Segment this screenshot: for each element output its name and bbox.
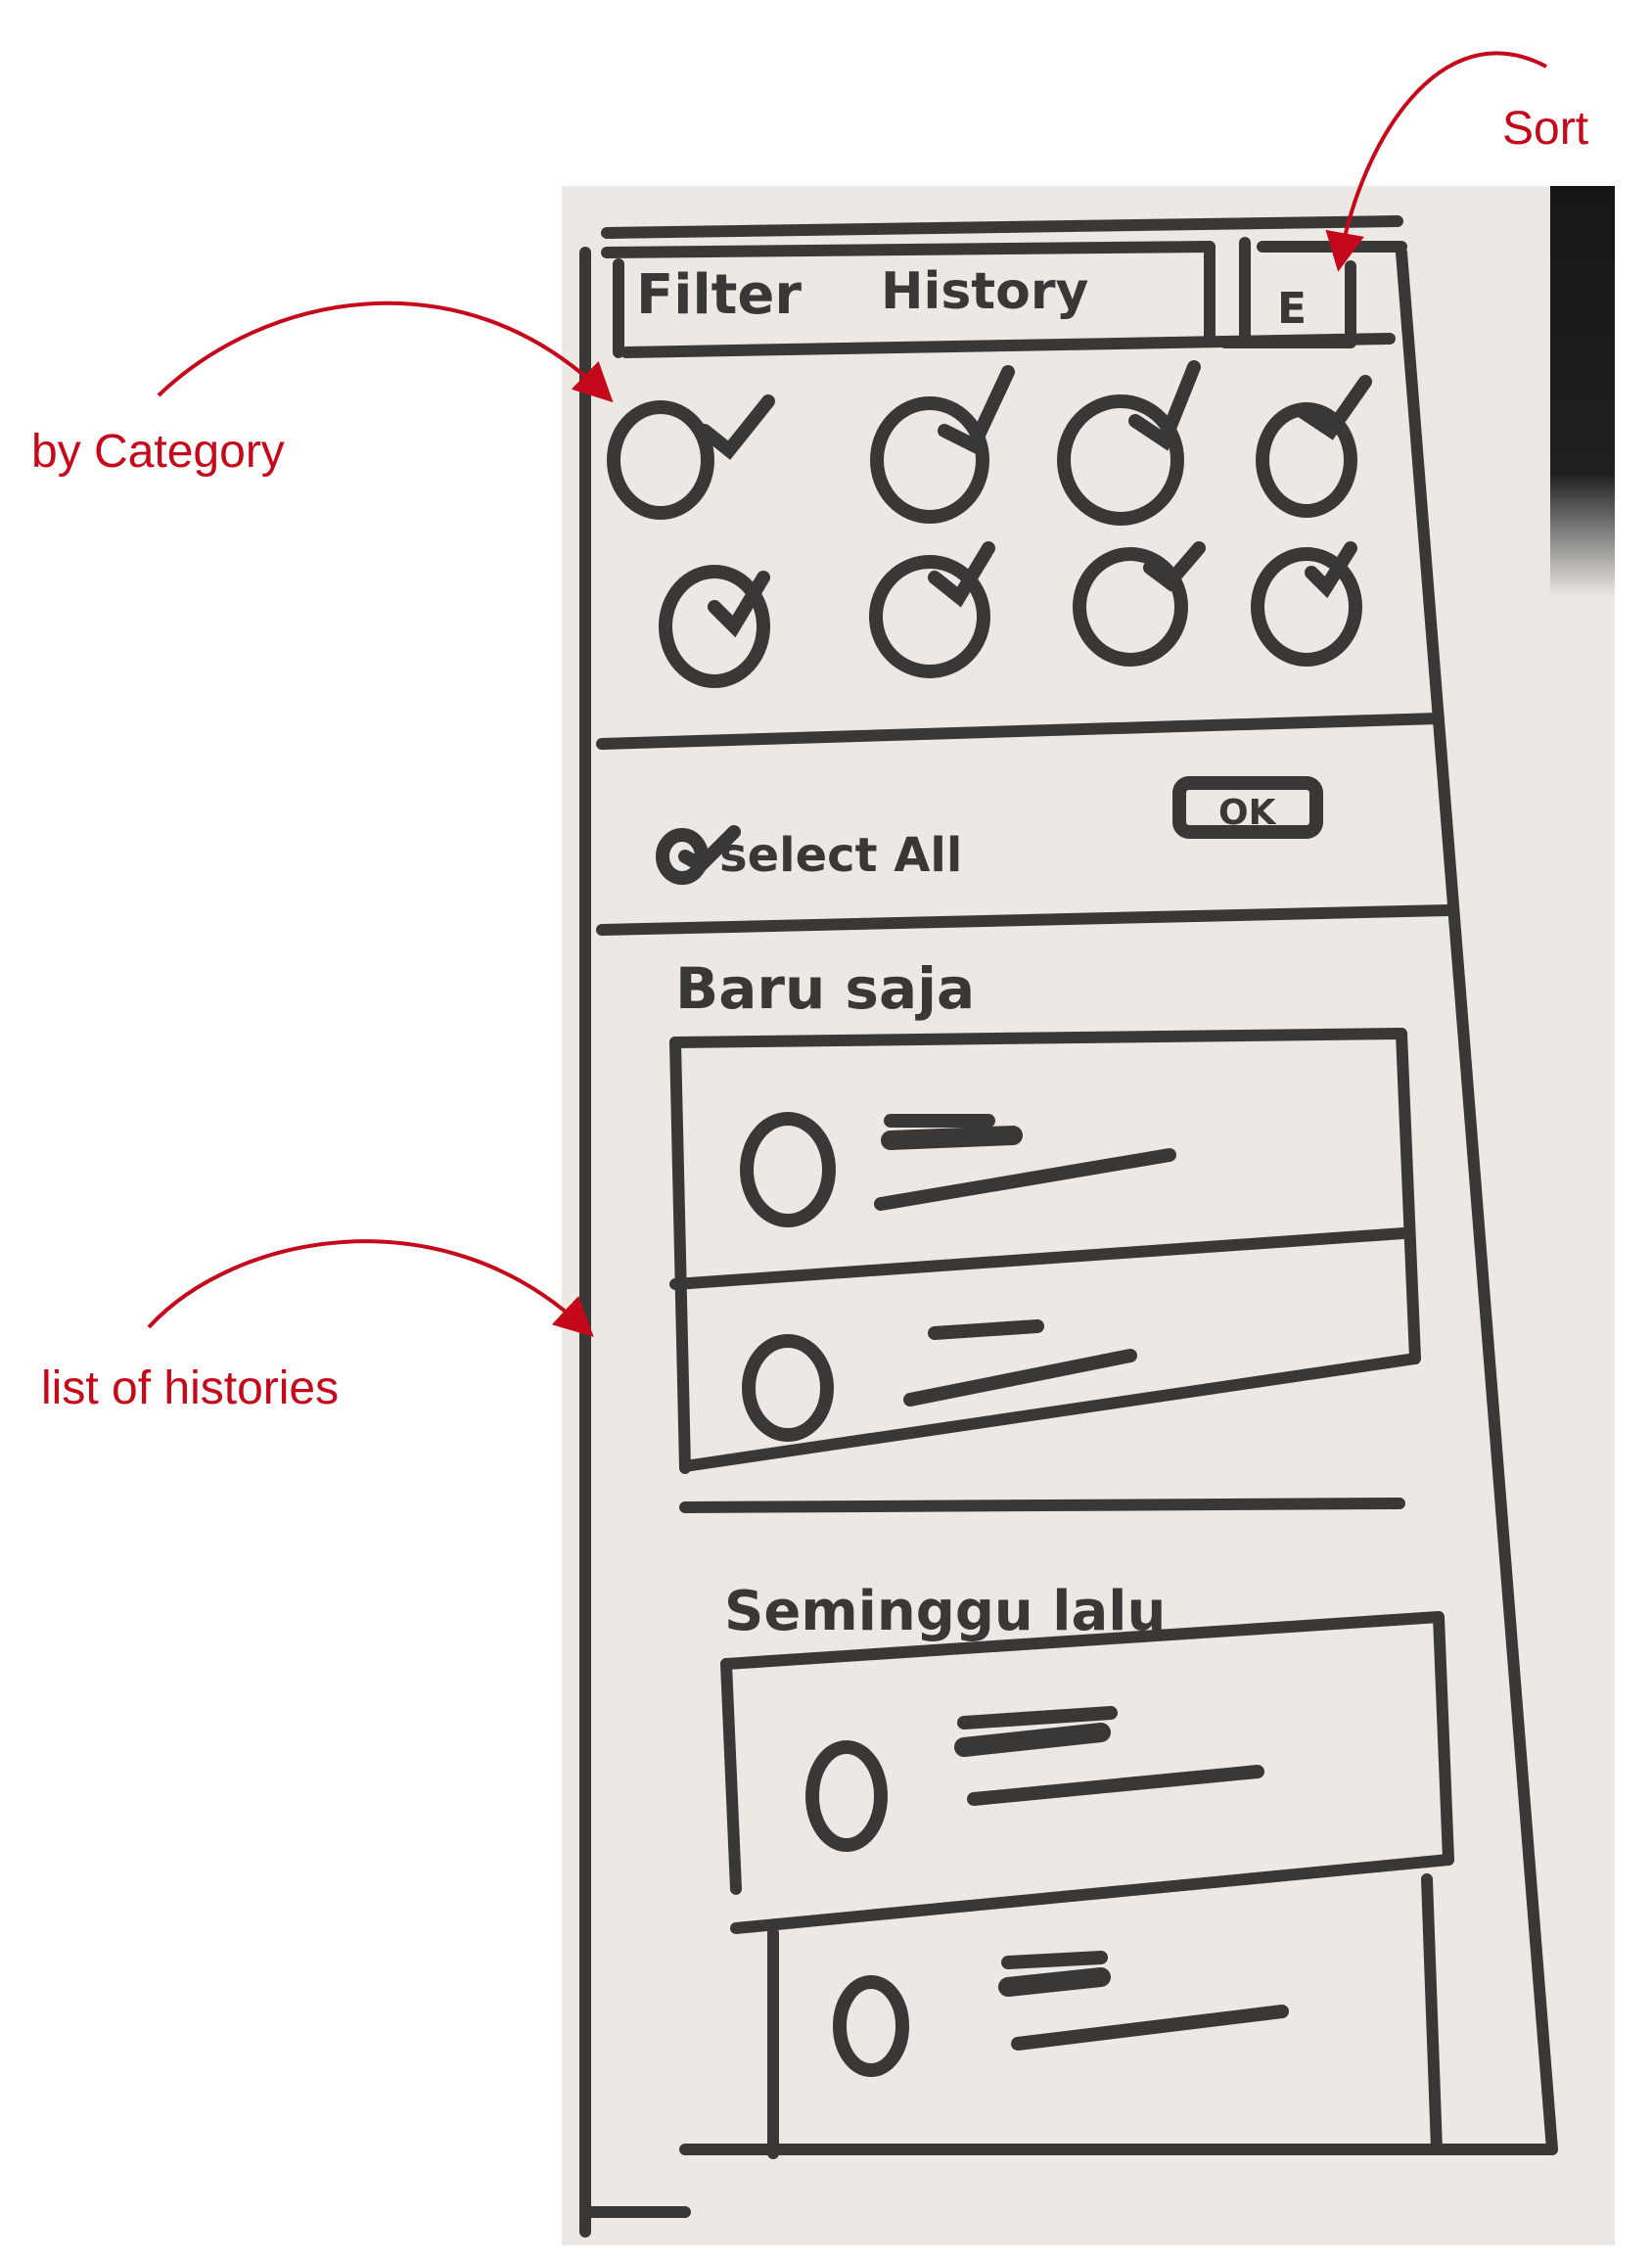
select-all-label: select All <box>719 828 962 883</box>
sketch-top-border <box>601 215 1403 239</box>
earlier-section-heading: Seminggu lalu <box>724 1580 1166 1643</box>
sketch-earlier-card-bottom <box>730 1854 1454 1934</box>
sketch-earlier-divider <box>679 1498 1405 1513</box>
category-checkbox-2[interactable] <box>870 396 989 524</box>
sort-icon[interactable]: E <box>1277 284 1307 334</box>
sketch-earlier-card-right <box>1433 1611 1454 1866</box>
sketch-header-top <box>601 241 1216 258</box>
checkmark-icon <box>698 394 775 460</box>
sketch-category-divider <box>596 713 1445 750</box>
sketch-recent-card-top <box>669 1028 1407 1048</box>
history-item-title-line <box>957 1706 1118 1730</box>
history-item-desc-line <box>903 1349 1137 1407</box>
category-checkbox-3[interactable] <box>1057 394 1184 526</box>
annotation-histories-label: list of histories <box>41 1362 340 1414</box>
history-item-avatar <box>742 1334 834 1442</box>
history-item-title-bold <box>998 1967 1111 1997</box>
sketch-recent-card-right <box>1396 1028 1421 1364</box>
sketch-recent-card-left <box>669 1037 691 1474</box>
sketch-recent-card-mid <box>669 1227 1409 1290</box>
checkmark-icon <box>1143 541 1206 592</box>
history-item-title-line <box>928 1319 1044 1340</box>
history-item-title-bold <box>881 1126 1023 1150</box>
history-item-desc-line <box>1011 2005 1289 2051</box>
history-item-avatar <box>740 1112 836 1227</box>
recent-section-heading: Baru saja <box>675 955 975 1022</box>
sketch-toolbar-divider <box>596 904 1454 936</box>
sketch-history-label: History <box>881 262 1088 321</box>
wireframe-sketch: Filter History E select All OK Baru saja… <box>579 215 1558 2238</box>
category-checkbox-7[interactable] <box>1073 547 1188 667</box>
annotation-category-label: by Category <box>31 426 285 478</box>
category-checkbox-1[interactable] <box>607 400 714 520</box>
history-item-avatar <box>805 1740 888 1852</box>
history-item-avatar <box>833 1975 909 2077</box>
history-item-desc-line <box>967 1765 1264 1806</box>
sketch-filter-label: Filter <box>636 263 802 327</box>
ok-button-label[interactable]: OK <box>1218 793 1277 833</box>
history-item-title-bold <box>954 1723 1111 1757</box>
history-item-title-line <box>1001 1951 1108 1969</box>
sketch-earlier-card2-right <box>1421 1873 1443 2155</box>
annotation-sort-label: Sort <box>1502 103 1589 155</box>
category-checkbox-5[interactable] <box>659 565 770 688</box>
sketch-earlier-card-left <box>720 1658 742 1895</box>
history-item-desc-line <box>874 1148 1176 1211</box>
